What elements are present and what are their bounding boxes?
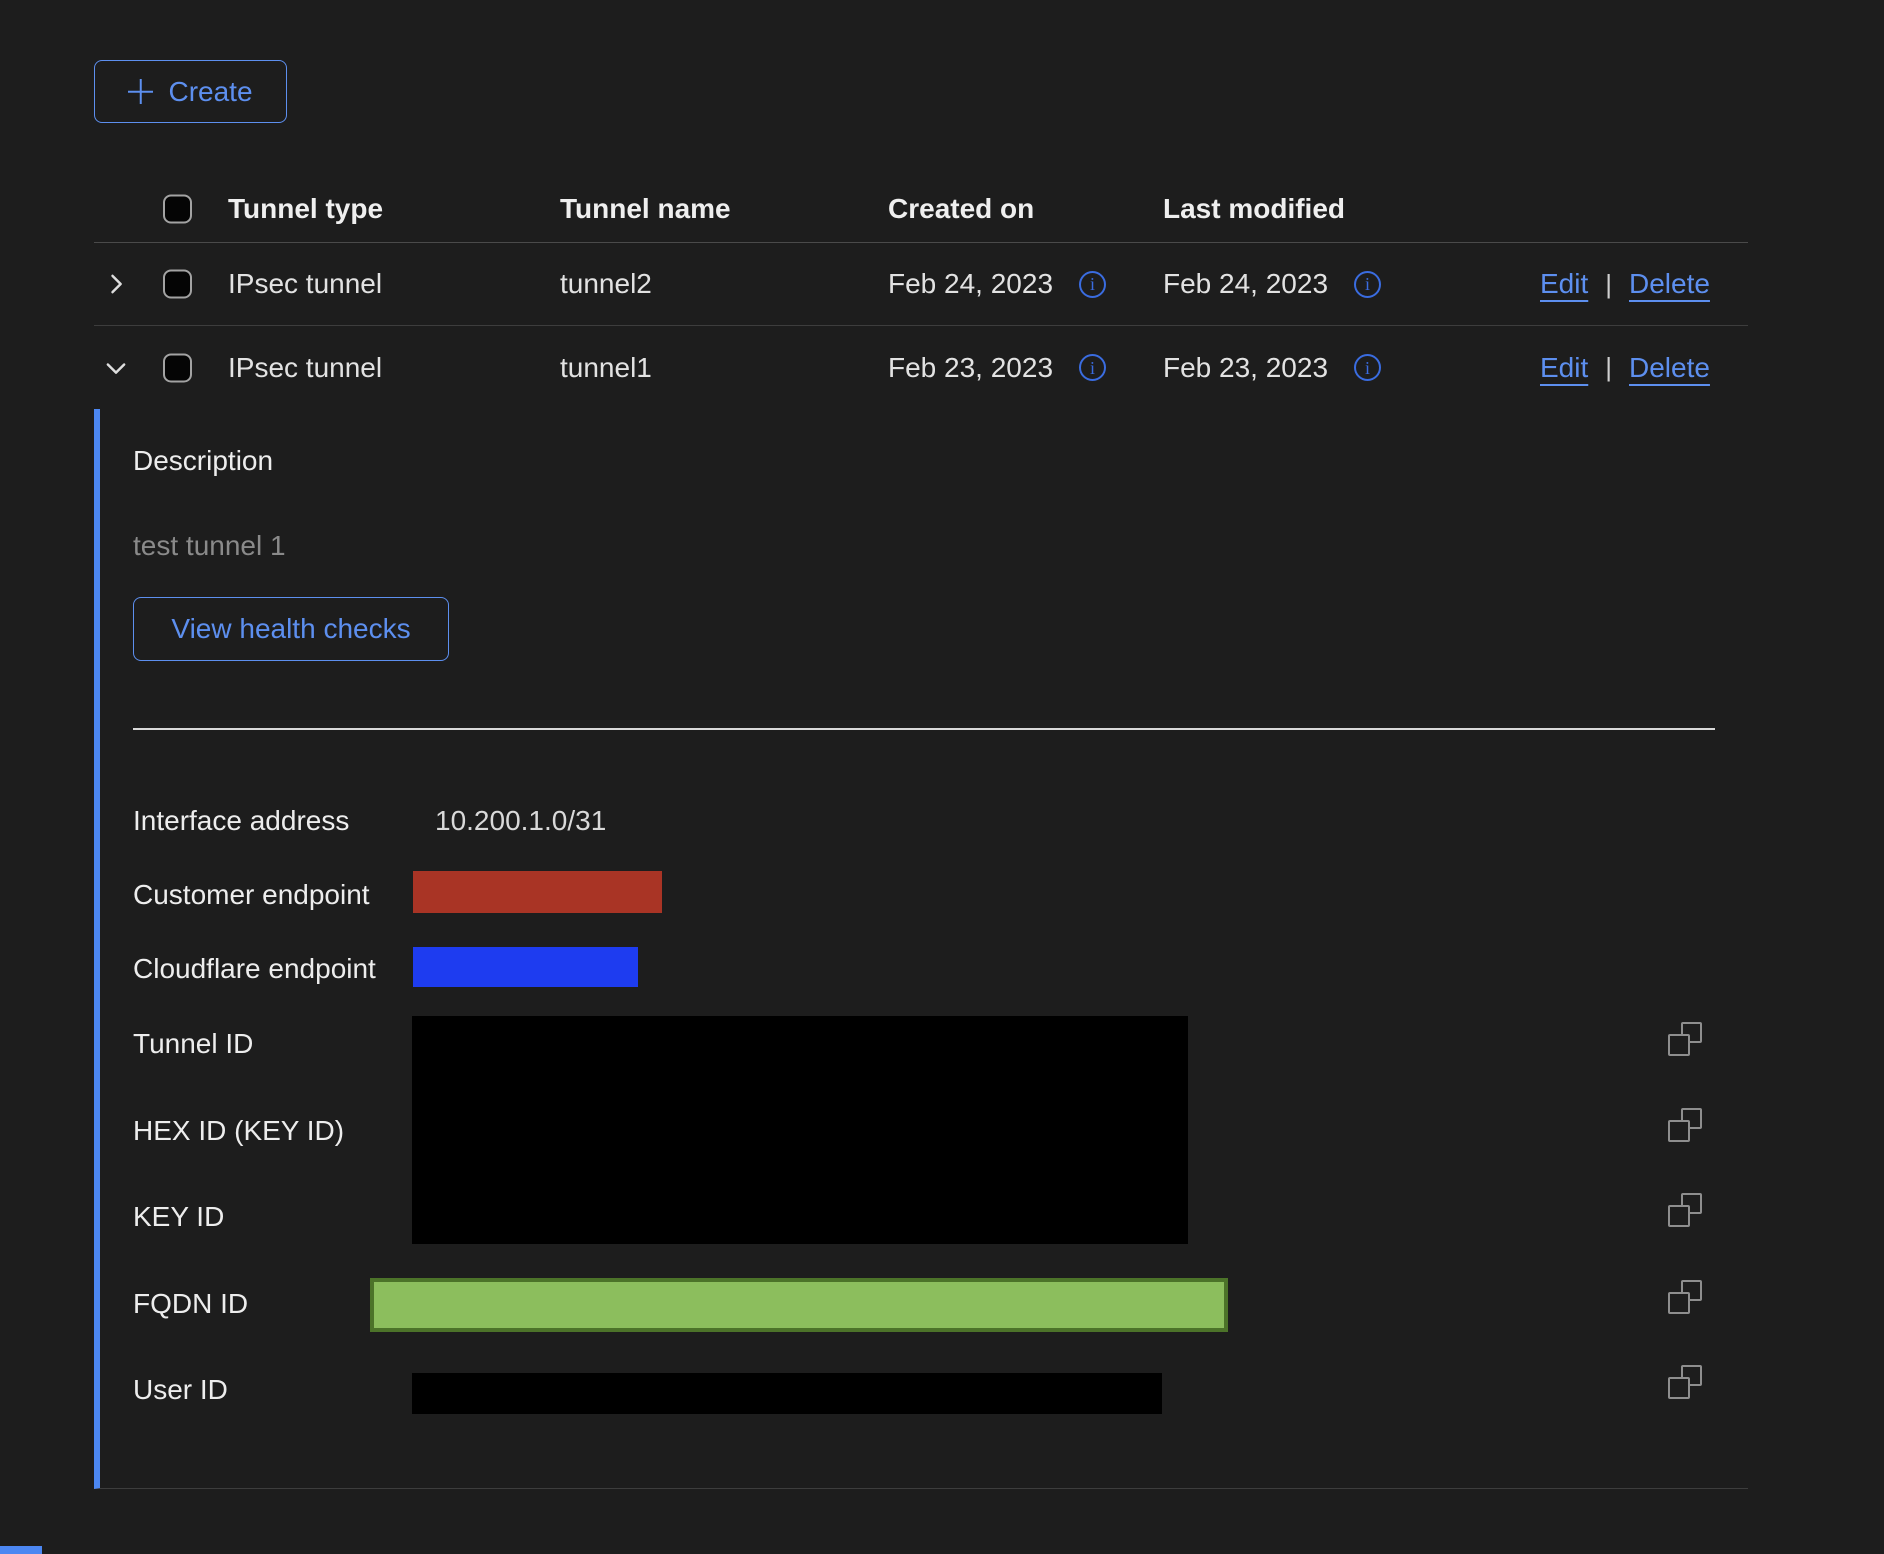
copy-icon[interactable] [1668,1365,1702,1399]
header-tunnel-name: Tunnel name [560,193,731,225]
user-id-label: User ID [133,1373,228,1407]
customer-endpoint-redacted-value [413,871,662,913]
tunnel-id-label: Tunnel ID [133,1027,253,1061]
copy-icon[interactable] [1668,1108,1702,1142]
fqdn-id-redacted-value [370,1278,1228,1332]
created-on-cell: Feb 24, 2023 [888,268,1106,300]
chevron-down-icon[interactable] [102,354,130,382]
tunnels-table: Tunnel type Tunnel name Created on Last … [94,175,1748,1489]
actions-separator: | [1605,352,1612,383]
last-modified-value: Feb 24, 2023 [1163,268,1328,300]
ids-redacted-value [412,1016,1188,1244]
description-value: test tunnel 1 [133,530,286,562]
tunnel-type-value: IPsec tunnel [228,268,382,300]
description-label: Description [133,445,273,477]
info-icon[interactable] [1354,354,1381,381]
customer-endpoint-label: Customer endpoint [133,878,370,912]
page: Create Tunnel type Tunnel name Created o… [0,0,1884,1554]
row-checkbox[interactable] [163,353,192,382]
cloudflare-endpoint-label: Cloudflare endpoint [133,952,376,986]
clipped-blue-element [0,1546,42,1554]
created-on-value: Feb 23, 2023 [888,352,1053,384]
tunnel-type-value: IPsec tunnel [228,352,382,384]
section-divider [133,728,1715,730]
info-icon[interactable] [1354,271,1381,298]
tunnel-name-value: tunnel1 [560,352,652,384]
copy-icon-front [1668,1292,1690,1314]
last-modified-value: Feb 23, 2023 [1163,352,1328,384]
expanded-row-panel: Description test tunnel 1 View health ch… [94,409,1748,1489]
hex-id-label: HEX ID (KEY ID) [133,1114,344,1148]
copy-icon[interactable] [1668,1022,1702,1056]
header-created-on: Created on [888,193,1034,225]
chevron-right-icon[interactable] [102,270,130,298]
table-row-tunnel1: IPsec tunnel tunnel1 Feb 23, 2023 Feb 23… [94,326,1748,409]
row-actions: Edit | Delete [1540,268,1710,300]
create-button[interactable]: Create [94,60,287,123]
create-button-label: Create [168,76,252,108]
interface-address-value: 10.200.1.0/31 [435,804,606,838]
info-icon[interactable] [1079,354,1106,381]
row-checkbox[interactable] [163,270,192,299]
copy-icon-front [1668,1034,1690,1056]
select-all-checkbox[interactable] [163,194,192,223]
header-last-modified: Last modified [1163,193,1345,225]
last-modified-cell: Feb 23, 2023 [1163,352,1381,384]
actions-separator: | [1605,269,1612,300]
table-row-tunnel2: IPsec tunnel tunnel2 Feb 24, 2023 Feb 24… [94,243,1748,326]
edit-link[interactable]: Edit [1540,268,1588,300]
plus-icon [128,79,153,104]
view-health-checks-button[interactable]: View health checks [133,597,449,661]
copy-icon[interactable] [1668,1280,1702,1314]
delete-link[interactable]: Delete [1629,268,1710,300]
user-id-redacted-value [412,1373,1162,1414]
fqdn-id-label: FQDN ID [133,1287,248,1321]
tunnel-name-value: tunnel2 [560,268,652,300]
info-icon[interactable] [1079,271,1106,298]
row-actions: Edit | Delete [1540,352,1710,384]
copy-icon-front [1668,1377,1690,1399]
last-modified-cell: Feb 24, 2023 [1163,268,1381,300]
cloudflare-endpoint-redacted-value [413,947,638,987]
interface-address-label: Interface address [133,804,349,838]
table-header-row: Tunnel type Tunnel name Created on Last … [94,175,1748,243]
copy-icon-front [1668,1120,1690,1142]
created-on-value: Feb 24, 2023 [888,268,1053,300]
edit-link[interactable]: Edit [1540,352,1588,384]
copy-icon-front [1668,1205,1690,1227]
created-on-cell: Feb 23, 2023 [888,352,1106,384]
header-tunnel-type: Tunnel type [228,193,383,225]
delete-link[interactable]: Delete [1629,352,1710,384]
copy-icon[interactable] [1668,1193,1702,1227]
key-id-label: KEY ID [133,1200,224,1234]
